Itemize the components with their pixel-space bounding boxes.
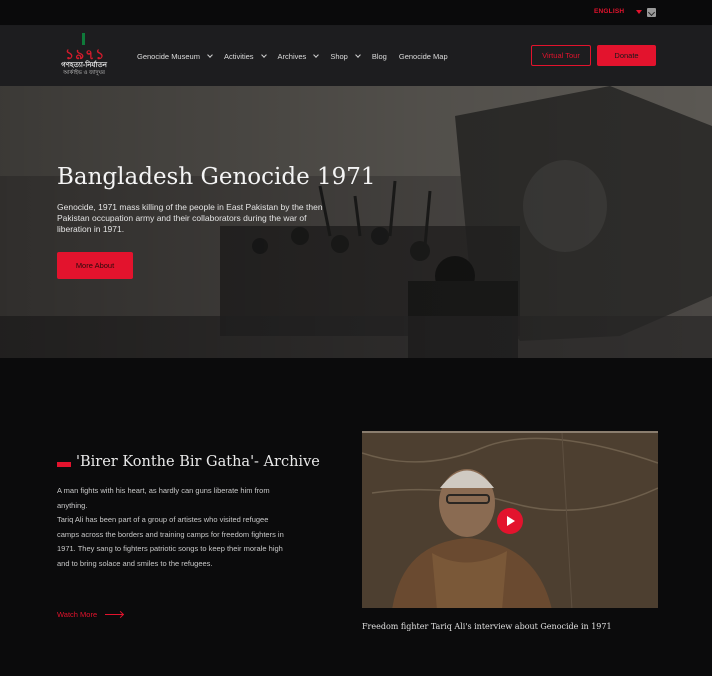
section-body: A man fights with his heart, as hardly c… [57,484,287,571]
nav-item-genocide-map[interactable]: Genocide Map [399,52,448,61]
chevron-down-icon [207,51,213,58]
nav-item-shop[interactable]: Shop [330,51,361,61]
watch-more-label: Watch More [57,610,98,619]
section-paragraph: A man fights with his heart, as hardly c… [57,486,270,510]
site-logo[interactable]: ১৯৭১ গণহত্যা-নির্যাতন আর্কাইভ ও জাদুঘর [57,33,111,79]
section-title-marker [57,462,71,467]
archive-section: 'Birer Konthe Bir Gatha'- Archive A man … [0,358,712,676]
top-bar: ENGLISH [0,0,712,26]
chevron-down-icon [355,51,361,58]
nav-item-label: Blog [371,51,387,61]
caret-down-icon [636,9,643,14]
nav-item-label: Activities [223,51,254,61]
language-label: ENGLISH [594,8,625,15]
watch-more-link[interactable]: Watch More [57,610,124,619]
play-icon[interactable] [497,508,523,534]
video-player[interactable] [362,431,658,608]
nav-item-label: Genocide Museum [137,51,200,61]
chevron-down-icon [260,51,267,58]
main-nav: Genocide Museum Activities Archives Shop… [137,26,460,86]
section-title: 'Birer Konthe Bir Gatha'- Archive [76,454,320,470]
hero-banner: Bangladesh Genocide 1971 Genocide, 1971 … [0,86,712,358]
nav-item-activities[interactable]: Activities [223,51,267,61]
mail-icon[interactable] [647,8,656,17]
chevron-down-icon [313,51,320,58]
nav-item-label: Shop [330,51,348,61]
arrow-right-icon [105,614,124,615]
nav-item-blog[interactable]: Blog [372,52,387,61]
video-caption: Freedom fighter Tariq Ali's interview ab… [362,622,612,631]
section-paragraph: Tariq Ali has been part of a group of ar… [57,515,284,568]
nav-item-genocide-museum[interactable]: Genocide Museum [137,51,213,61]
nav-item-archives[interactable]: Archives [277,51,320,61]
site-header: ১৯৭১ গণহত্যা-নির্যাতন আর্কাইভ ও জাদুঘর G… [0,26,712,86]
virtual-tour-button[interactable]: Virtual Tour [531,45,591,66]
more-about-button[interactable]: More About [57,252,133,279]
donate-button[interactable]: Donate [597,45,656,66]
logo-subtitle: আর্কাইভ ও জাদুঘর [63,70,105,76]
hero-description: Genocide, 1971 mass killing of the peopl… [57,202,323,234]
nav-item-label: Archives [277,51,307,61]
language-selector[interactable]: ENGLISH [594,8,643,15]
hero-title: Bangladesh Genocide 1971 [57,164,376,190]
nav-item-label: Genocide Map [398,51,448,61]
